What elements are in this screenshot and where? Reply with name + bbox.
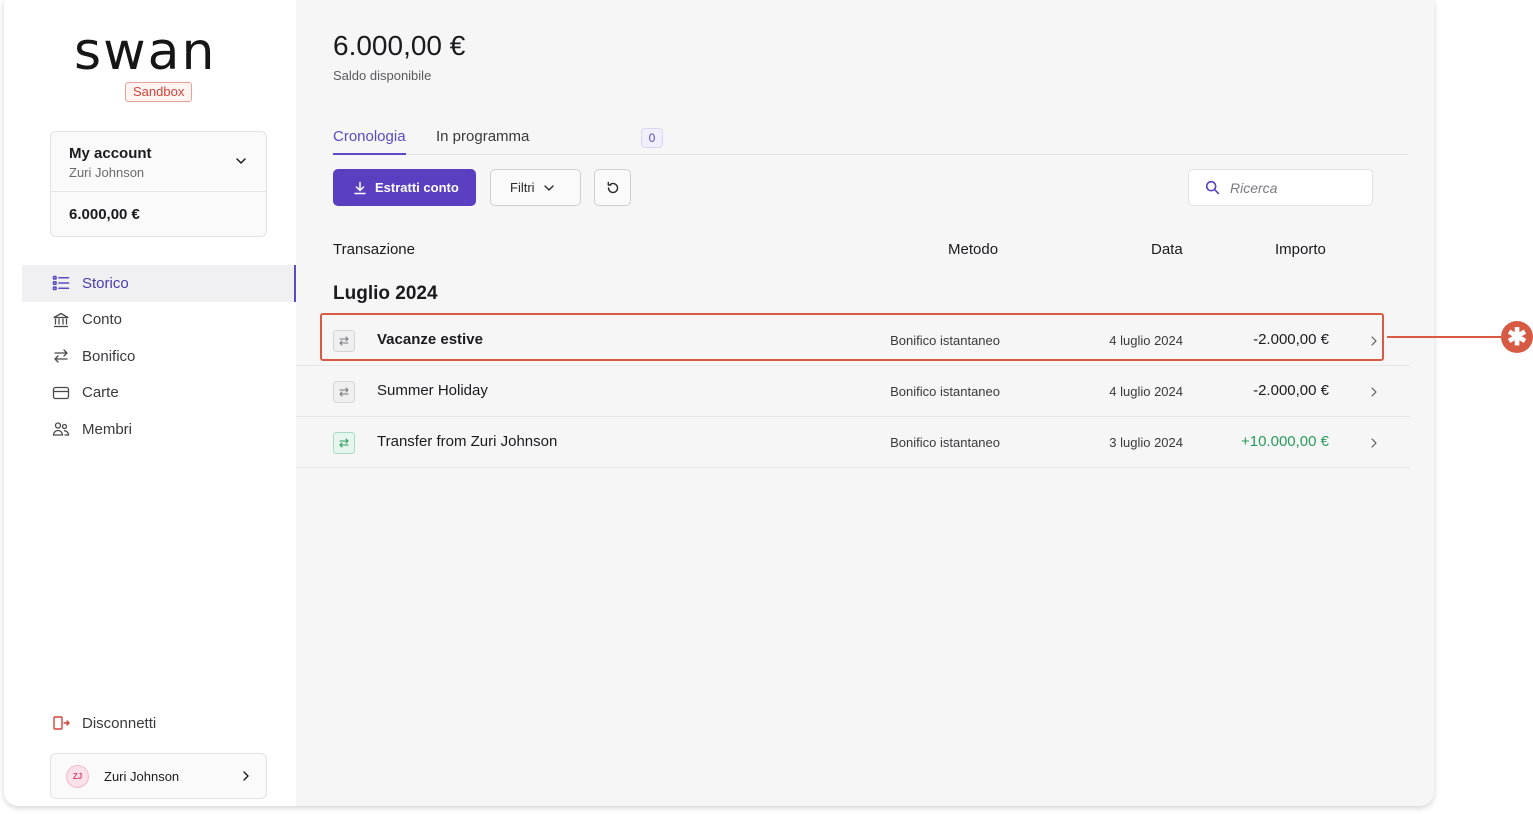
bank-icon bbox=[53, 312, 69, 327]
refresh-icon bbox=[607, 181, 618, 193]
refresh-button[interactable] bbox=[594, 169, 631, 206]
tab-label: In programma bbox=[436, 128, 530, 145]
transaction-row[interactable]: Summer Holiday Bonifico istantaneo 4 lug… bbox=[296, 367, 1410, 417]
sidebar-item-label: Storico bbox=[82, 274, 129, 292]
transaction-amount: -2.000,00 € bbox=[1253, 382, 1329, 399]
tab-cronologia[interactable]: Cronologia bbox=[333, 128, 406, 155]
column-header-transaction: Transazione bbox=[333, 241, 415, 258]
column-header-amount: Importo bbox=[1275, 241, 1326, 258]
column-header-method: Metodo bbox=[948, 241, 999, 258]
sidebar-item-label: Conto bbox=[82, 311, 123, 329]
chevron-right-icon bbox=[1371, 387, 1377, 397]
download-icon bbox=[354, 181, 366, 194]
transfer-in-icon bbox=[333, 432, 355, 454]
account-balance: 6.000,00 € bbox=[69, 206, 140, 223]
download-statements-button[interactable]: Estratti conto bbox=[333, 169, 476, 206]
app-window: swan Sandbox My account Zuri Johnson 6.0… bbox=[4, 0, 1434, 806]
chevron-down-icon[interactable] bbox=[234, 154, 248, 168]
callout-marker: ✱ bbox=[1501, 321, 1533, 353]
sidebar-item-storico[interactable]: Storico bbox=[22, 265, 296, 302]
available-balance-label: Saldo disponibile bbox=[333, 68, 432, 83]
transaction-name: Transfer from Zuri Johnson bbox=[377, 433, 558, 450]
search-icon bbox=[1205, 180, 1220, 195]
filters-button[interactable]: Filtri bbox=[490, 169, 581, 206]
transaction-amount: +10.000,00 € bbox=[1240, 433, 1329, 450]
logout-button[interactable]: Disconnetti bbox=[52, 714, 156, 732]
account-name: My account bbox=[69, 145, 152, 162]
sidebar-item-label: Carte bbox=[82, 384, 119, 402]
sidebar-item-carte[interactable]: Carte bbox=[22, 375, 296, 412]
user-name: Zuri Johnson bbox=[104, 769, 180, 784]
sandbox-badge: Sandbox bbox=[125, 82, 193, 102]
card-icon bbox=[52, 386, 70, 399]
sidebar-item-membri[interactable]: Membri bbox=[22, 411, 296, 448]
transfer-icon bbox=[333, 381, 355, 403]
tab-bar: Cronologia In programma 0 bbox=[333, 126, 1408, 155]
sidebar-item-label: Bonifico bbox=[82, 347, 136, 365]
members-icon bbox=[52, 422, 70, 436]
column-header-date: Data bbox=[1151, 241, 1183, 258]
sidebar-item-conto[interactable]: Conto bbox=[22, 302, 296, 339]
search-box[interactable] bbox=[1188, 169, 1373, 206]
tab-in-programma[interactable]: In programma 0 bbox=[436, 128, 663, 155]
main-content: 6.000,00 € Saldo disponibile Cronologia … bbox=[296, 0, 1434, 806]
account-selector[interactable]: My account Zuri Johnson 6.000,00 € bbox=[50, 131, 267, 237]
sidebar: swan Sandbox My account Zuri Johnson 6.0… bbox=[4, 0, 296, 806]
transaction-date: 3 luglio 2024 bbox=[1109, 435, 1183, 450]
sidebar-item-bonifico[interactable]: Bonifico bbox=[22, 338, 296, 375]
search-input[interactable] bbox=[1230, 179, 1360, 196]
logout-icon bbox=[53, 716, 70, 730]
month-group-header: Luglio 2024 bbox=[333, 283, 438, 304]
chevron-right-icon bbox=[1371, 438, 1377, 448]
count-badge: 0 bbox=[641, 128, 663, 148]
transaction-name: Summer Holiday bbox=[377, 382, 488, 399]
avatar: ZJ bbox=[66, 765, 89, 788]
swan-logo: swan bbox=[74, 22, 217, 82]
filters-label: Filtri bbox=[510, 180, 535, 195]
row-highlight-box bbox=[320, 313, 1384, 361]
available-balance: 6.000,00 € bbox=[333, 30, 466, 61]
sidebar-item-label: Membri bbox=[82, 420, 133, 438]
download-statements-label: Estratti conto bbox=[375, 180, 459, 195]
transaction-date: 4 luglio 2024 bbox=[1109, 384, 1183, 399]
transfer-icon bbox=[54, 349, 68, 363]
callout-line bbox=[1387, 336, 1501, 338]
sidebar-nav: Storico Conto Bonifico Carte Membri bbox=[22, 265, 296, 448]
user-profile-button[interactable]: ZJ Zuri Johnson bbox=[50, 753, 267, 799]
account-header[interactable]: My account Zuri Johnson bbox=[51, 132, 266, 192]
account-holder: Zuri Johnson bbox=[69, 165, 145, 180]
transaction-row[interactable]: Transfer from Zuri Johnson Bonifico ista… bbox=[296, 418, 1410, 468]
chevron-down-icon bbox=[543, 184, 554, 191]
logout-label: Disconnetti bbox=[82, 714, 157, 732]
chevron-right-icon bbox=[243, 771, 249, 781]
transaction-method: Bonifico istantaneo bbox=[890, 384, 1000, 399]
list-icon bbox=[52, 275, 70, 291]
transaction-method: Bonifico istantaneo bbox=[890, 435, 1000, 450]
